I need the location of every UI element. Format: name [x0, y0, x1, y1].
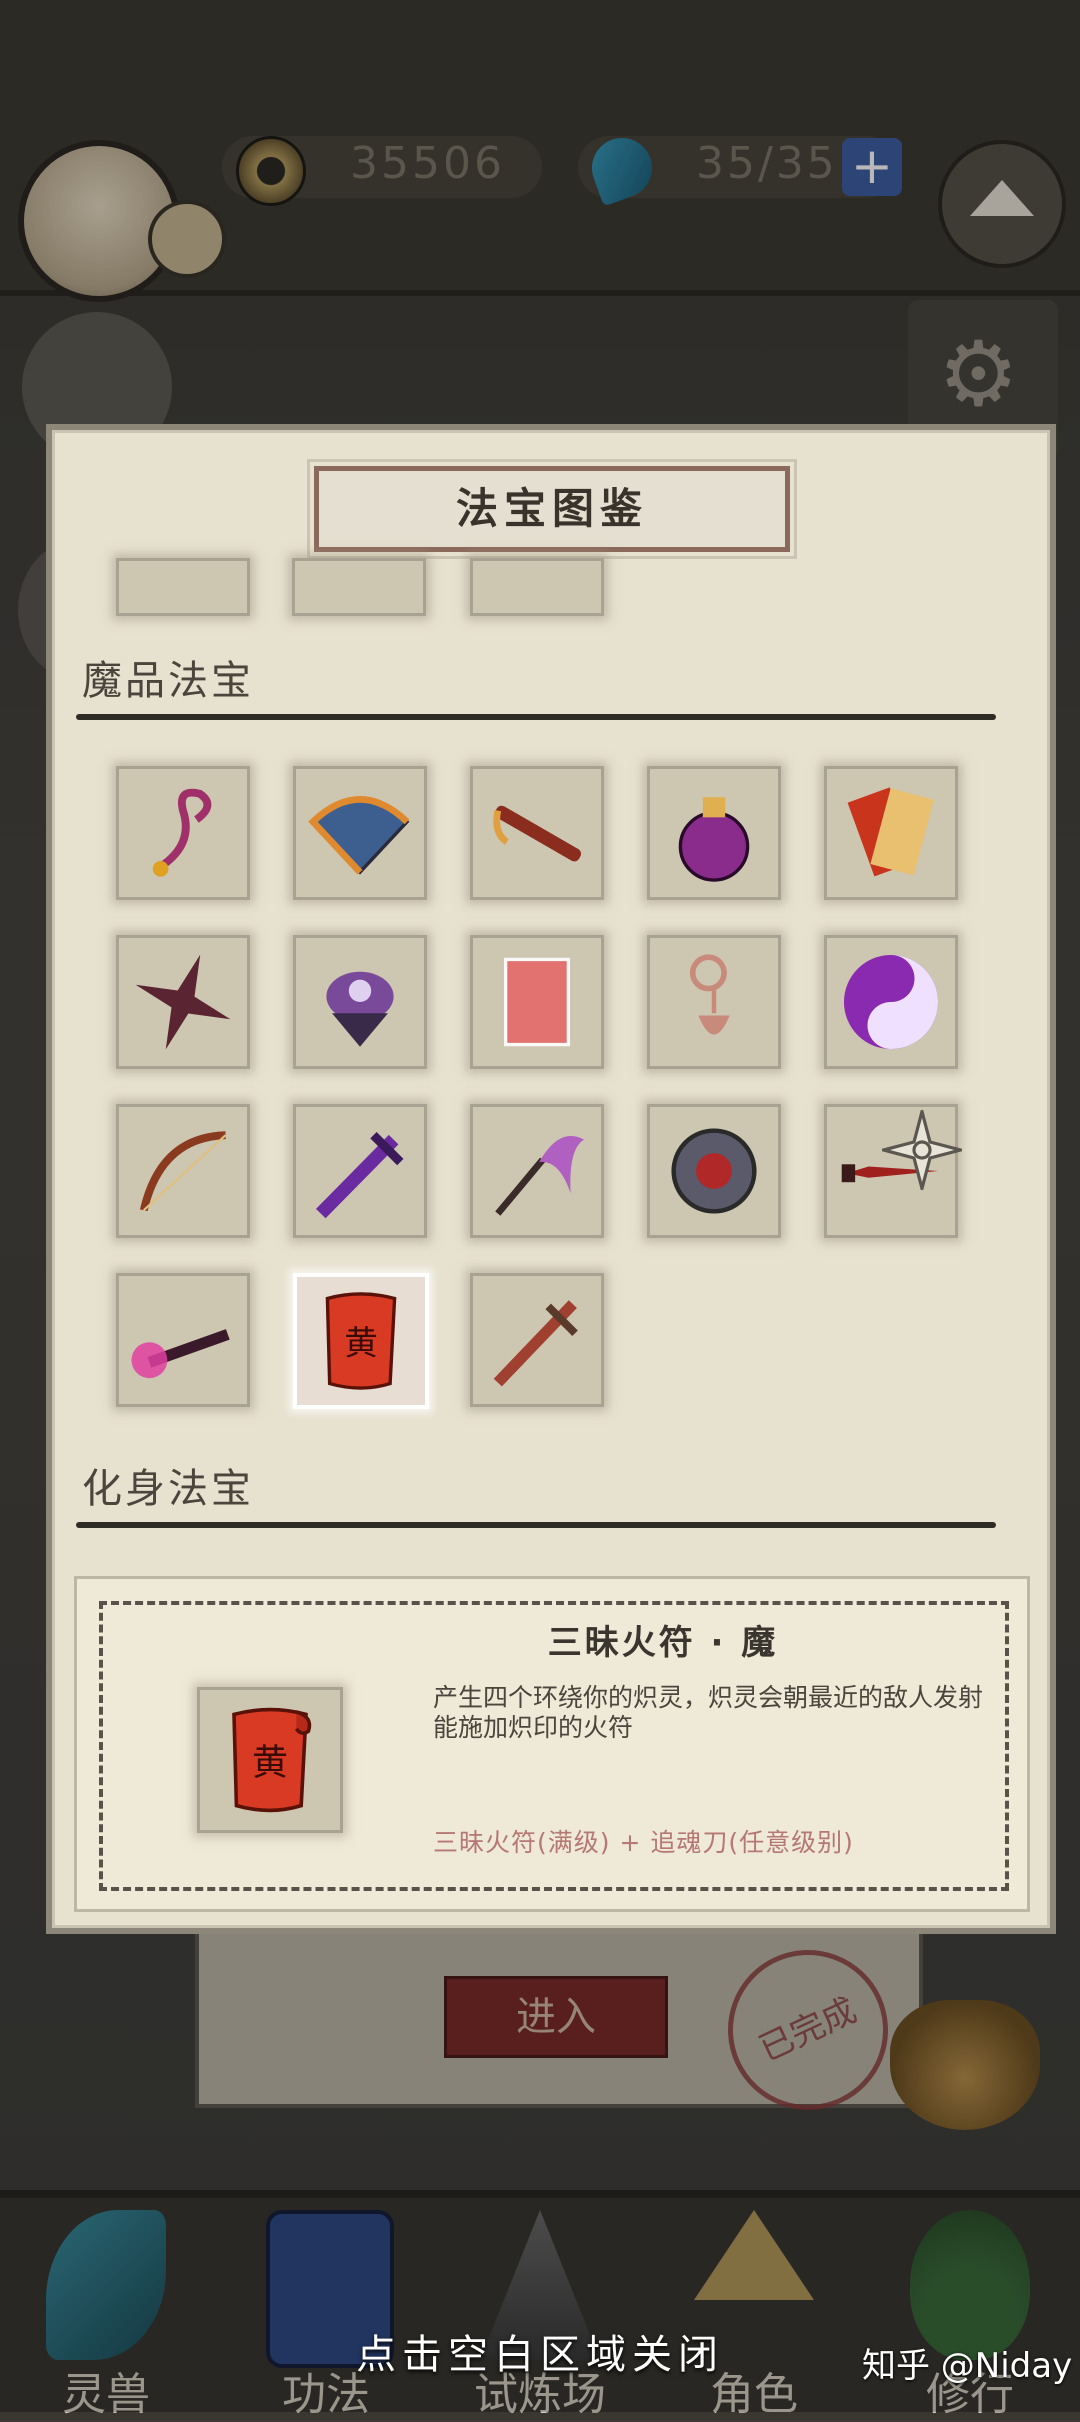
bow-icon [139, 1131, 227, 1212]
section-divider [76, 714, 996, 720]
fire-talisman-scroll-icon: 黄 [232, 1707, 312, 1813]
section-divider [76, 1522, 996, 1528]
treasure-item-slot[interactable] [116, 1273, 250, 1407]
flute-icon [493, 805, 581, 862]
yin-yang-icon [843, 954, 939, 1050]
treasure-item-slot[interactable] [116, 935, 250, 1069]
bronze-sword-icon [493, 1300, 578, 1387]
detail-item-slot: 黄 [197, 1687, 343, 1833]
treasure-item-slot[interactable] [470, 1273, 604, 1407]
treasure-item-slot[interactable] [824, 935, 958, 1069]
modal-title-box: 法宝图鉴 [307, 459, 797, 559]
cloud-pendant-icon [689, 954, 730, 1035]
shuriken-icon [135, 954, 231, 1050]
watermark: 知乎 @Niday [862, 2346, 1073, 2386]
treasure-item-slot[interactable] [824, 766, 958, 900]
glowing-scroll-icon [503, 957, 571, 1047]
fire-talisman-scroll-icon: 黄 [325, 1292, 397, 1390]
treasure-item-slot[interactable] [647, 766, 781, 900]
purple-lotus-icon [326, 971, 394, 1047]
detail-item-name: 三昧火符 · 魔 [547, 1623, 779, 1663]
purple-sword-icon [316, 1131, 404, 1219]
partial-item-slot[interactable] [292, 558, 426, 616]
treasure-item-slot[interactable] [647, 935, 781, 1069]
war-fan-icon [308, 796, 410, 875]
red-gem-ring-icon [671, 1128, 757, 1214]
partial-item-slot[interactable] [116, 558, 250, 616]
treasure-item-slot[interactable] [470, 766, 604, 900]
scythe-icon [495, 1135, 585, 1216]
treasure-item-slot[interactable] [116, 1104, 250, 1238]
section-label-avatar: 化身法宝 [82, 1466, 254, 1512]
shuriken-badge-icon [882, 1110, 962, 1190]
partial-item-slot[interactable] [470, 558, 604, 616]
treasure-item-slot[interactable] [293, 1104, 427, 1238]
treasure-item-slot[interactable] [470, 1104, 604, 1238]
modal-title: 法宝图鉴 [455, 484, 648, 533]
hairpin-icon [152, 788, 212, 877]
treasure-item-slot[interactable] [293, 935, 427, 1069]
treasure-item-slot[interactable] [116, 766, 250, 900]
detail-item-description: 产生四个环绕你的炽灵，炽灵会朝最近的敌人发射能施加炽印的火符 [433, 1683, 984, 1742]
gourd-potion-icon [678, 797, 750, 882]
svg-text:黄: 黄 [252, 1742, 288, 1783]
fire-torch-icon [131, 1329, 230, 1379]
item-detail-card: 黄 三昧火符 · 魔 产生四个环绕你的炽灵，炽灵会朝最近的敌人发射能施加炽印的火… [74, 1576, 1030, 1912]
detail-item-recipe: 三昧火符(满级) + 追魂刀(任意级别) [433, 1828, 854, 1857]
burning-talisman-icon [847, 787, 934, 877]
svg-text:黄: 黄 [344, 1323, 378, 1362]
treasure-item-slot[interactable] [647, 1104, 781, 1238]
treasure-item-slot[interactable] [470, 935, 604, 1069]
treasure-item-slot[interactable]: 黄 [293, 1273, 429, 1409]
section-label-demon: 魔品法宝 [82, 658, 254, 704]
detail-dashed-frame: 黄 三昧火符 · 魔 产生四个环绕你的炽灵，炽灵会朝最近的敌人发射能施加炽印的火… [99, 1601, 1009, 1891]
treasure-item-slot[interactable] [293, 766, 427, 900]
